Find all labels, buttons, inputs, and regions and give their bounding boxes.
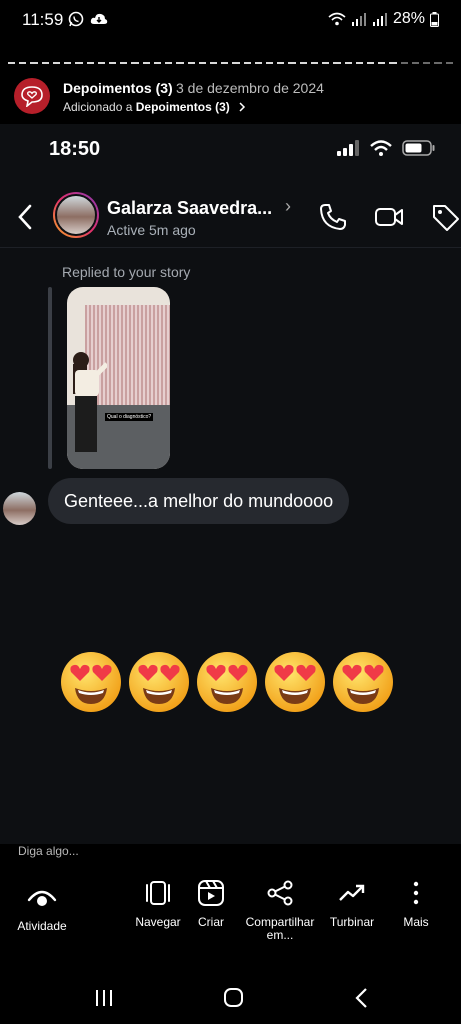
- shared-chat-screenshot: 18:50 Galarza Saavedra... › Active 5m ag…: [0, 124, 461, 844]
- contact-name: Galarza Saavedra...: [107, 198, 273, 218]
- heart-eyes-emoji-icon: [333, 652, 393, 712]
- cloud-download-icon: [90, 13, 108, 24]
- back-icon[interactable]: [347, 986, 377, 1010]
- heart-eyes-emoji-icon: [129, 652, 189, 712]
- eye-icon: [27, 890, 57, 906]
- status-bar: 11:59 28%: [0, 0, 461, 40]
- heart-eyes-emoji-icon: [197, 652, 257, 712]
- person-illustration: [73, 352, 107, 452]
- phone-icon: [320, 204, 346, 230]
- battery-icon: [430, 11, 439, 27]
- replied-label: Replied to your story: [62, 264, 191, 280]
- highlight-title[interactable]: Depoimentos (3): [63, 80, 173, 96]
- create-button[interactable]: Criar: [171, 880, 251, 929]
- emoji-row: [59, 650, 395, 714]
- home-icon[interactable]: [218, 986, 248, 1010]
- reels-icon: [198, 880, 224, 906]
- signal-icon-2: [372, 13, 387, 26]
- pages-icon: [146, 881, 170, 905]
- contact-avatar: [53, 192, 99, 238]
- added-to-highlight[interactable]: Adicionado a Depoimentos (3): [63, 100, 247, 114]
- speech-heart-icon: [21, 86, 43, 107]
- status-time: 11:59: [22, 10, 64, 29]
- ios-time: 18:50: [49, 138, 101, 160]
- ios-status-icons: [336, 140, 436, 156]
- signal-icon: [337, 140, 359, 156]
- tag-icon: [433, 205, 459, 231]
- contact-status: Active 5m ago: [107, 222, 196, 238]
- navigation-bar: [0, 970, 461, 1024]
- story-header[interactable]: Depoimentos (3) 3 de dezembro de 2024 Ad…: [0, 72, 461, 122]
- share-button[interactable]: Compartilhar em...: [240, 880, 320, 942]
- story-date: 3 de dezembro de 2024: [176, 80, 324, 96]
- back-arrow-icon: [18, 204, 32, 230]
- heart-eyes-emoji-icon: [265, 652, 325, 712]
- recent-apps-icon[interactable]: [89, 986, 119, 1010]
- video-call-icon: [375, 208, 403, 226]
- highlight-avatar[interactable]: [14, 78, 50, 114]
- signal-icon: [351, 13, 366, 26]
- reply-input[interactable]: Diga algo...: [18, 844, 79, 858]
- story-thumbnail: Qual o diagnóstico?: [67, 287, 170, 469]
- share-icon: [267, 880, 293, 906]
- more-button[interactable]: Mais: [376, 880, 456, 929]
- story-caption: Qual o diagnóstico?: [105, 413, 154, 421]
- notification-icons: [68, 11, 108, 27]
- activity-button[interactable]: Atividade: [2, 886, 82, 933]
- story-actions-bar: Atividade Navegar Criar Compartilhar em.…: [0, 870, 461, 960]
- chevron-right-icon: ›: [285, 196, 291, 216]
- trend-icon: [339, 884, 365, 901]
- whatsapp-icon: [68, 11, 84, 27]
- story-progress: [8, 62, 453, 65]
- message-bubble: Genteee...a melhor do mundoooo: [48, 478, 350, 524]
- more-vertical-icon: [413, 881, 419, 905]
- chat-header: Galarza Saavedra... › Active 5m ago: [0, 190, 461, 248]
- battery-percent: 28%: [392, 10, 425, 27]
- chevron-right-icon: [239, 102, 246, 112]
- sender-avatar: [3, 492, 36, 525]
- reply-bar: [48, 287, 52, 469]
- wifi-icon: [328, 12, 346, 26]
- system-indicators: 28%: [328, 10, 439, 28]
- heart-eyes-emoji-icon: [61, 652, 121, 712]
- wifi-icon: [370, 140, 392, 156]
- battery-icon: [402, 140, 435, 156]
